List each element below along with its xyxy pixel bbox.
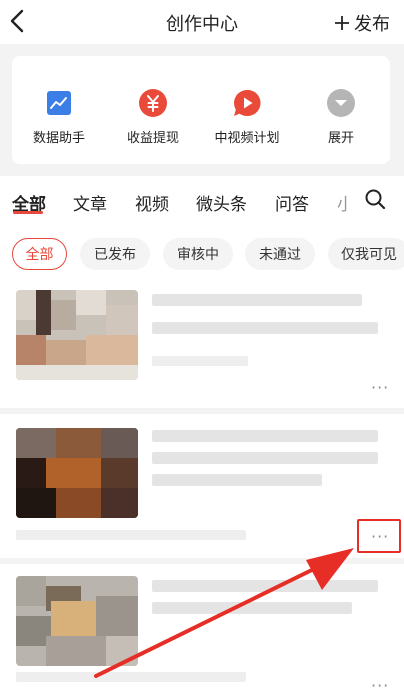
tool-data-assistant[interactable]: 数据助手	[12, 56, 106, 164]
tool-label: 中视频计划	[214, 131, 280, 146]
filter-private[interactable]: 仅我可见	[328, 238, 404, 270]
chevron-down-icon	[327, 89, 355, 117]
tool-label: 数据助手	[32, 131, 85, 146]
tools-card: 数据助手 收益提现 中视频计划 展开	[12, 56, 390, 164]
yuan-icon	[139, 89, 167, 117]
tool-mid-video-plan[interactable]: 中视频计划	[200, 56, 294, 164]
content-item[interactable]: ···	[0, 564, 404, 698]
tool-label: 收益提现	[126, 131, 179, 146]
play-icon	[234, 89, 261, 116]
tab-micro-posts[interactable]: 微头条	[196, 190, 247, 215]
chart-icon	[47, 91, 71, 115]
tab-qa[interactable]: 问答	[275, 190, 309, 215]
tab-more[interactable]: 小	[337, 190, 348, 215]
status-filters: 全部 已发布 审核中 未通过 仅我可见	[0, 224, 404, 286]
content-tabs: 全部 文章 视频 微头条 问答 小	[0, 176, 404, 224]
tool-label: 展开	[327, 131, 354, 146]
tool-earnings-withdraw[interactable]: 收益提现	[106, 56, 200, 164]
more-options-button[interactable]: ···	[371, 378, 389, 397]
publish-label: 发布	[354, 14, 390, 35]
pixelated-thumbnail	[16, 576, 138, 666]
publish-button[interactable]: 发布	[334, 10, 390, 36]
annotation-highlight-box	[357, 519, 401, 553]
filter-published[interactable]: 已发布	[80, 238, 150, 270]
tab-articles[interactable]: 文章	[73, 190, 107, 215]
active-tab-indicator	[13, 211, 43, 214]
more-options-button[interactable]: ···	[371, 676, 389, 695]
tab-videos[interactable]: 视频	[135, 190, 169, 215]
tool-expand[interactable]: 展开	[294, 56, 388, 164]
top-bar: 创作中心 发布	[0, 0, 404, 44]
plus-icon	[335, 16, 349, 30]
content-item[interactable]: ···	[0, 414, 404, 558]
pixelated-thumbnail	[16, 290, 138, 380]
filter-reviewing[interactable]: 审核中	[163, 238, 233, 270]
filter-rejected[interactable]: 未通过	[245, 238, 315, 270]
search-icon[interactable]	[364, 188, 386, 210]
content-item[interactable]: ···	[0, 286, 404, 408]
pixelated-thumbnail	[16, 428, 138, 518]
filter-all[interactable]: 全部	[12, 238, 67, 270]
